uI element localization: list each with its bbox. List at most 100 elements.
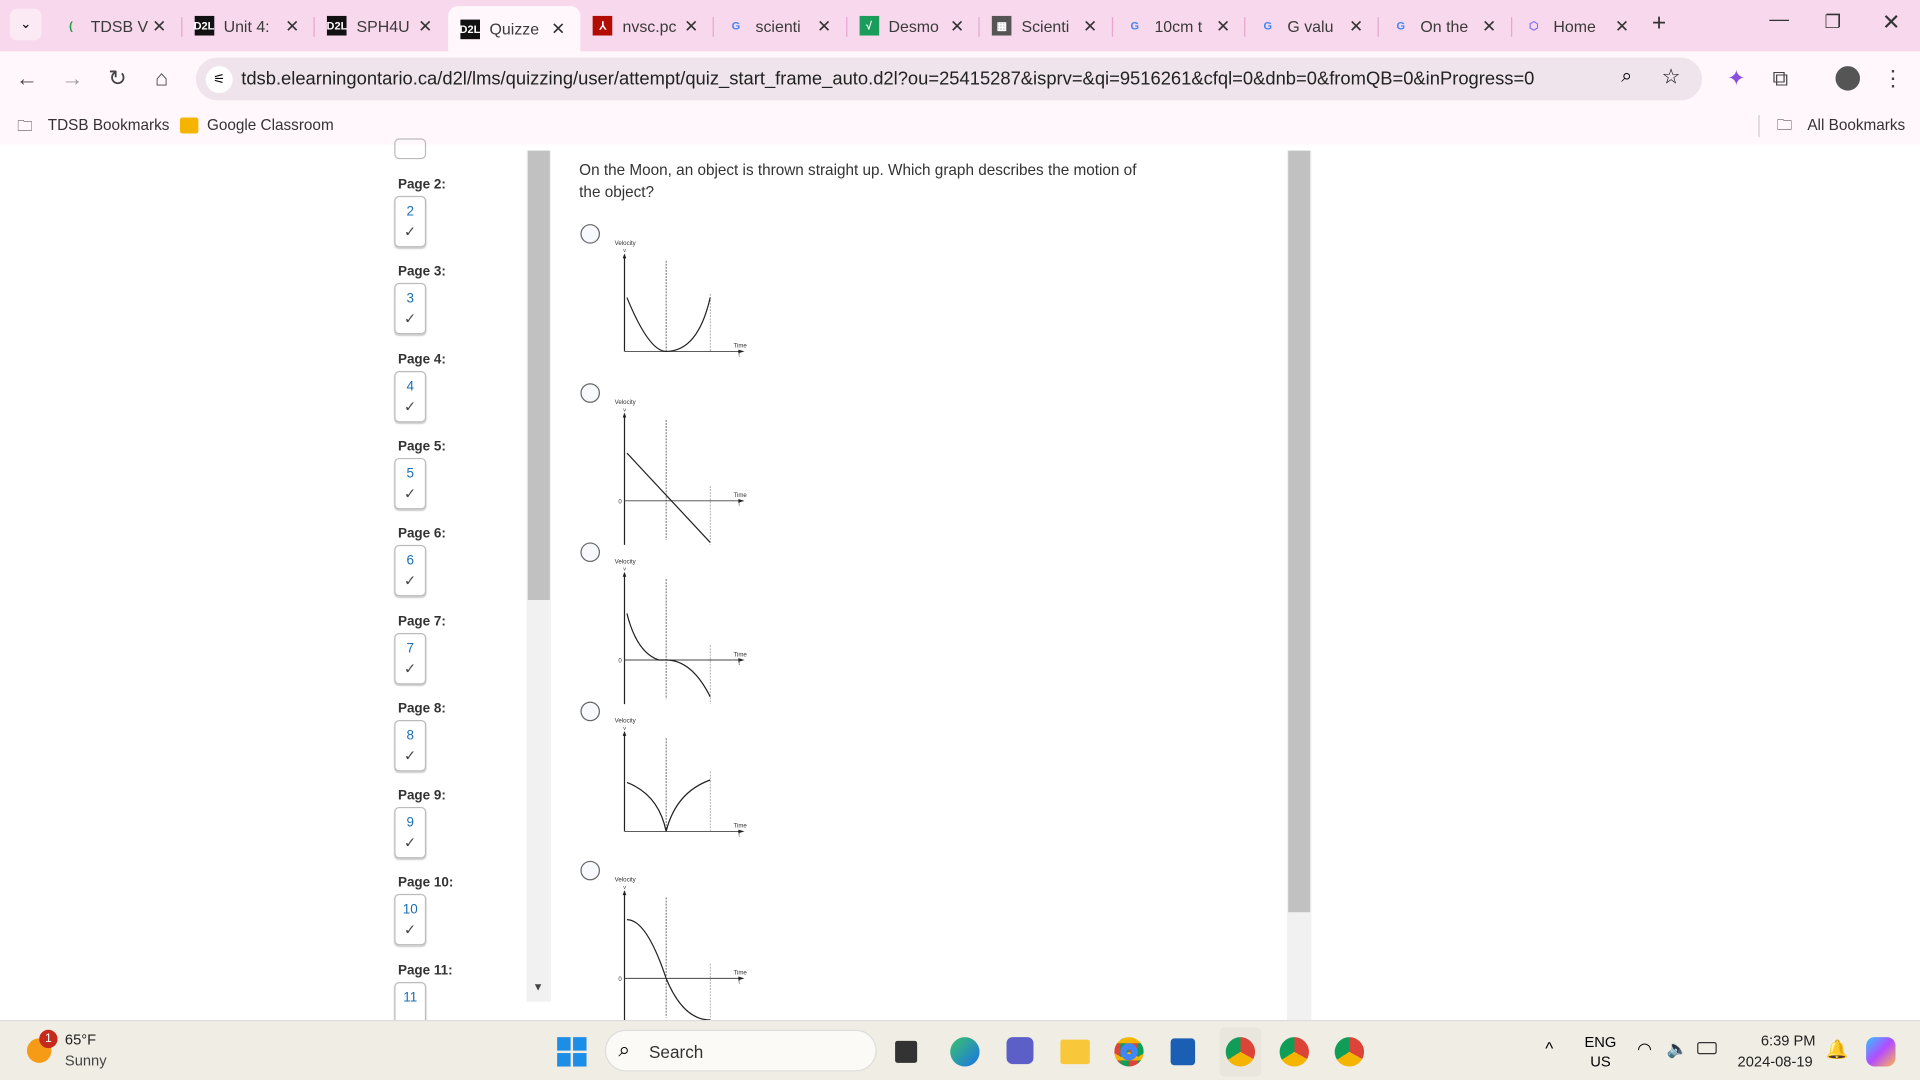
weather-temp[interactable]: 65°F xyxy=(65,1031,96,1048)
page-6-button[interactable]: 6 ✓ xyxy=(394,545,427,597)
page-label: Page 8: xyxy=(397,701,446,717)
wifi-icon[interactable]: ◠ xyxy=(1637,1038,1652,1059)
page-8-button[interactable]: 8 ✓ xyxy=(394,719,427,772)
answer-option-3-graph: Velocity v Time t 0 xyxy=(615,558,747,705)
volume-icon[interactable]: 🔈 xyxy=(1667,1038,1688,1059)
site-info-icon[interactable]: ⚟ xyxy=(205,66,233,94)
close-tab-icon[interactable]: ✕ xyxy=(817,15,831,36)
tab-10[interactable]: G G valu ✕ xyxy=(1246,7,1378,44)
answer-option-3-radio[interactable] xyxy=(580,542,601,563)
tab-6[interactable]: Gscienti ✕ xyxy=(714,7,846,44)
extensions-puzzle-icon[interactable]: ⧉ xyxy=(1767,66,1794,92)
tab-12[interactable]: ⬡ Home ✕ xyxy=(1512,7,1644,44)
answer-option-1-radio[interactable] xyxy=(580,224,601,244)
minimize-button[interactable]: — xyxy=(1769,10,1789,32)
x-var-label: t xyxy=(738,832,740,838)
store-icon[interactable] xyxy=(1170,1038,1196,1066)
clock-date[interactable]: 2024-08-19 xyxy=(1738,1053,1813,1070)
close-tab-icon[interactable]: ✕ xyxy=(1615,15,1629,36)
x-axis-label: Time xyxy=(733,970,747,977)
page-scrollbar-thumb[interactable] xyxy=(1288,150,1311,913)
google-icon: G xyxy=(1130,19,1140,32)
close-tab-icon[interactable]: ✕ xyxy=(1083,15,1097,36)
tab-search-button[interactable]: ⌄ xyxy=(9,8,42,41)
answer-option-4-radio[interactable] xyxy=(580,701,601,722)
show-hidden-icons-chevron-icon[interactable]: ^ xyxy=(1545,1038,1553,1058)
page-scrollbar[interactable] xyxy=(1286,150,1312,1021)
chrome-icon[interactable] xyxy=(1114,1037,1144,1067)
page-number: 5 xyxy=(406,466,414,482)
bookmark-google-classroom[interactable]: Google Classroom xyxy=(207,116,334,133)
close-tab-icon[interactable]: ✕ xyxy=(1482,15,1496,36)
profile-avatar[interactable] xyxy=(1835,66,1861,91)
page-10-button[interactable]: 10 ✓ xyxy=(394,894,427,946)
tab-7[interactable]: √ Desmo ✕ xyxy=(847,7,979,44)
page-5-button[interactable]: 5 ✓ xyxy=(394,457,427,510)
weather-desc[interactable]: Sunny xyxy=(65,1052,107,1069)
chrome-profile-1-icon[interactable] xyxy=(1219,1027,1262,1077)
page-3-button[interactable]: 3 ✓ xyxy=(394,283,427,335)
page-9-button[interactable]: 9 ✓ xyxy=(394,807,427,859)
page-box-partial[interactable] xyxy=(394,138,427,160)
page-label: Page 5: xyxy=(397,439,446,455)
file-explorer-icon[interactable] xyxy=(1060,1039,1090,1065)
battery-icon[interactable] xyxy=(1697,1042,1717,1055)
tab-1[interactable]: (TDSB V ✕ xyxy=(49,7,181,44)
tdsb-icon: ( xyxy=(69,19,73,32)
tab-9[interactable]: G 10cm t ✕ xyxy=(1113,7,1245,44)
tab-3[interactable]: D2L SPH4U ✕ xyxy=(315,7,447,44)
tab-separator xyxy=(845,17,847,37)
page-2-button[interactable]: 2 ✓ xyxy=(394,195,427,248)
bookmark-tdsb[interactable]: TDSB Bookmarks xyxy=(48,116,170,133)
tab-2[interactable]: D2L Unit 4: ✕ xyxy=(182,7,314,44)
page-number: 6 xyxy=(406,553,414,569)
chrome-profile-2-icon[interactable] xyxy=(1279,1037,1309,1067)
language-indicator[interactable]: ENG US xyxy=(1584,1032,1616,1071)
answer-option-5-radio[interactable] xyxy=(580,860,601,881)
checkmark-icon: ✓ xyxy=(404,833,417,852)
taskbar-search[interactable]: ⌕ Search xyxy=(604,1029,877,1072)
address-bar[interactable]: ⚟ tdsb.elearningontario.ca/d2l/lms/quizz… xyxy=(195,57,1703,101)
bookmark-star-icon[interactable]: ☆ xyxy=(1662,65,1681,89)
zoom-icon[interactable]: ⌕ xyxy=(1621,66,1632,88)
close-tab-icon[interactable]: ✕ xyxy=(1216,15,1230,36)
close-tab-icon[interactable]: ✕ xyxy=(1349,15,1363,36)
tab-11[interactable]: G On the ✕ xyxy=(1379,7,1511,44)
home-icon[interactable]: ⌂ xyxy=(148,66,175,92)
nav-scrollbar-thumb[interactable] xyxy=(527,150,550,601)
tab-8[interactable]: ▦ Scienti ✕ xyxy=(980,7,1112,44)
teams-icon[interactable] xyxy=(1006,1037,1034,1065)
close-tab-icon[interactable]: ✕ xyxy=(285,15,299,36)
close-tab-icon[interactable]: ✕ xyxy=(418,15,432,36)
task-view-icon[interactable] xyxy=(895,1040,918,1063)
windows-start-icon[interactable] xyxy=(557,1037,587,1067)
answer-option-1-graph: Velocity v Time t xyxy=(615,240,748,358)
new-tab-button[interactable]: + xyxy=(1652,10,1666,38)
close-tab-icon[interactable]: ✕ xyxy=(152,15,166,36)
restore-button[interactable]: ❐ xyxy=(1824,11,1840,33)
answer-option-2-radio[interactable] xyxy=(580,383,601,403)
copilot-icon[interactable] xyxy=(1866,1037,1896,1067)
nav-scrollbar[interactable]: ▼ xyxy=(526,150,552,1002)
tab-title: 10cm t xyxy=(1154,16,1203,35)
all-bookmarks[interactable]: All Bookmarks xyxy=(1807,116,1905,133)
page-4-button[interactable]: 4 ✓ xyxy=(394,370,427,422)
tab-4[interactable]: D2L Quizze ✕ xyxy=(447,6,581,52)
close-tab-icon[interactable]: ✕ xyxy=(551,18,565,39)
scroll-down-arrow-icon[interactable]: ▼ xyxy=(533,981,544,993)
page-7-button[interactable]: 7 ✓ xyxy=(394,632,427,684)
edge-icon[interactable] xyxy=(950,1037,980,1067)
close-tab-icon[interactable]: ✕ xyxy=(684,15,698,36)
tab-5[interactable]: ⅄ nvsc.pc ✕ xyxy=(581,7,713,44)
reload-icon[interactable]: ↻ xyxy=(104,66,131,92)
close-tab-icon[interactable]: ✕ xyxy=(950,15,964,36)
close-window-button[interactable]: ✕ xyxy=(1882,10,1900,36)
notification-bell-icon[interactable]: 🔔 xyxy=(1826,1038,1849,1061)
chrome-profile-3-icon[interactable] xyxy=(1334,1037,1365,1067)
clock-time[interactable]: 6:39 PM xyxy=(1761,1032,1816,1049)
extension-icon[interactable]: ✦ xyxy=(1723,66,1750,92)
forward-icon[interactable]: → xyxy=(59,66,86,92)
back-icon[interactable]: ← xyxy=(13,66,40,92)
menu-kebab-icon[interactable]: ⋮ xyxy=(1880,66,1907,92)
url-text[interactable]: tdsb.elearningontario.ca/d2l/lms/quizzin… xyxy=(241,69,1534,90)
